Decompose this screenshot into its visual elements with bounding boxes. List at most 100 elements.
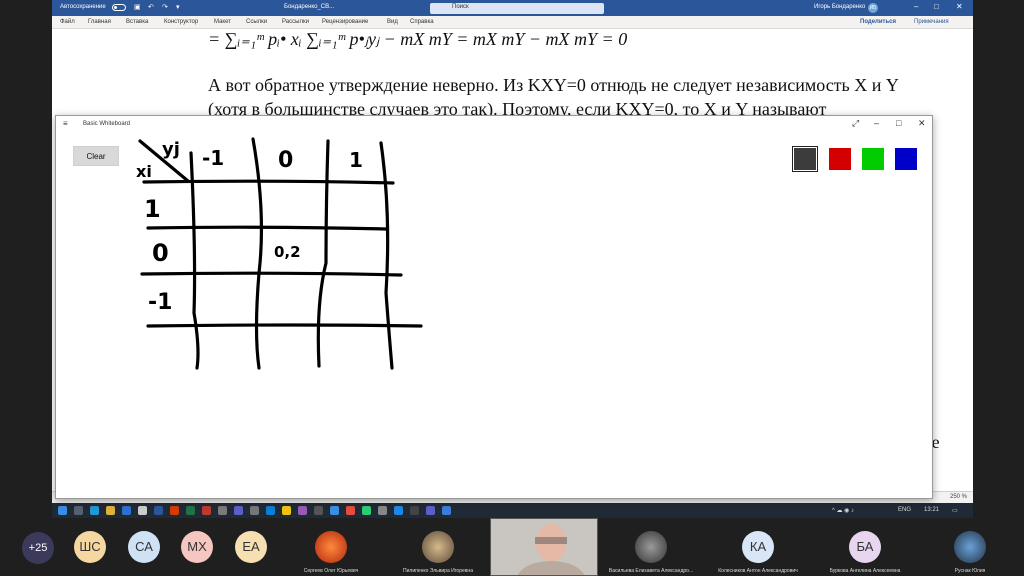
user-avatar[interactable]: ИБ bbox=[868, 3, 878, 13]
redo-icon[interactable]: ↷ bbox=[162, 3, 168, 11]
maximize-icon[interactable]: □ bbox=[896, 118, 901, 128]
participant-photo bbox=[635, 531, 667, 563]
participant-tile[interactable]: БА Буркова Ангелина Алексеевна bbox=[811, 518, 919, 576]
participant-avatar[interactable]: МХ bbox=[181, 531, 213, 563]
explorer-icon[interactable] bbox=[106, 506, 115, 515]
app-icon[interactable] bbox=[250, 506, 259, 515]
close-icon[interactable]: ✕ bbox=[918, 118, 926, 129]
tab-insert[interactable]: Вставка bbox=[126, 19, 148, 25]
language-indicator[interactable]: ENG bbox=[898, 507, 911, 513]
row-label: 1 bbox=[144, 195, 161, 223]
notifications-icon[interactable]: ▭ bbox=[952, 507, 958, 514]
undo-icon[interactable]: ↶ bbox=[148, 3, 154, 11]
tab-layout[interactable]: Макет bbox=[214, 19, 231, 25]
grid-line-vertical bbox=[189, 151, 200, 370]
participant-photo bbox=[422, 531, 454, 563]
whiteboard-title: Basic Whiteboard bbox=[83, 121, 131, 127]
participant-avatar[interactable]: ШС bbox=[74, 531, 106, 563]
app-icon[interactable] bbox=[298, 506, 307, 515]
app-icon[interactable] bbox=[282, 506, 291, 515]
search-placeholder: Поиск bbox=[452, 4, 469, 10]
column-label: 0 bbox=[278, 148, 293, 173]
grid-line-vertical bbox=[379, 141, 394, 370]
header-x-label: xi bbox=[136, 162, 152, 181]
clock[interactable]: 13:21 bbox=[924, 507, 939, 513]
minimize-icon[interactable]: – bbox=[874, 118, 879, 128]
app-icon[interactable] bbox=[378, 506, 387, 515]
tab-file[interactable]: Файл bbox=[60, 19, 75, 25]
more-participants-badge[interactable]: +25 bbox=[22, 532, 54, 564]
app-icon[interactable] bbox=[266, 506, 275, 515]
grid-line-vertical bbox=[251, 137, 264, 370]
tab-home[interactable]: Главная bbox=[88, 19, 111, 25]
expand-icon[interactable]: ⤢ bbox=[852, 118, 859, 129]
participant-tile[interactable]: Сергеев Олег Юрьевич bbox=[277, 518, 385, 576]
participant-photo bbox=[315, 531, 347, 563]
acrobat-icon[interactable] bbox=[202, 506, 211, 515]
windows-start-icon[interactable] bbox=[58, 506, 67, 515]
participant-avatar: БА bbox=[849, 531, 881, 563]
app-icon[interactable] bbox=[362, 506, 371, 515]
participant-avatar[interactable]: СА bbox=[128, 531, 160, 563]
app-icon[interactable] bbox=[122, 506, 131, 515]
app-icon[interactable] bbox=[330, 506, 339, 515]
tab-view[interactable]: Вид bbox=[387, 19, 398, 25]
app-icon[interactable] bbox=[314, 506, 323, 515]
active-speaker-video[interactable] bbox=[490, 518, 598, 576]
settings-icon[interactable] bbox=[138, 506, 147, 515]
tab-references[interactable]: Ссылки bbox=[246, 19, 267, 25]
participant-name: Колесников Антон Александрович bbox=[718, 568, 798, 574]
participant-name: Сергеев Олег Юрьевич bbox=[303, 568, 359, 574]
app-icon[interactable] bbox=[218, 506, 227, 515]
word-icon[interactable] bbox=[154, 506, 163, 515]
tab-help[interactable]: Справка bbox=[410, 19, 434, 25]
row-label: 0 bbox=[152, 239, 169, 267]
speaker-figure bbox=[491, 519, 597, 575]
participant-name: Пилипенко Эльвира Игоревна bbox=[403, 568, 473, 574]
grid-line-horizontal bbox=[146, 323, 423, 328]
participant-name: Руснак Юлия bbox=[954, 568, 986, 574]
participant-avatar[interactable]: ЕА bbox=[235, 531, 267, 563]
app-icon[interactable] bbox=[410, 506, 419, 515]
app-icon[interactable] bbox=[394, 506, 403, 515]
tab-mailings[interactable]: Рассылки bbox=[282, 19, 309, 25]
comments-button[interactable]: Примечания bbox=[914, 19, 949, 25]
grid-line-horizontal bbox=[146, 225, 388, 231]
participant-tile[interactable]: КА Колесников Антон Александрович bbox=[704, 518, 812, 576]
save-icon[interactable]: ▣ bbox=[134, 3, 141, 11]
drawing-canvas[interactable]: yj xi -1 0 1 1 0 -1 0,2 bbox=[56, 133, 932, 499]
grid-line-horizontal bbox=[140, 271, 403, 277]
tray-icons[interactable]: ^ ☁ ◉ ♪ bbox=[832, 507, 854, 514]
participant-photo bbox=[954, 531, 986, 563]
customize-icon[interactable]: ▾ bbox=[176, 3, 180, 11]
app-icon[interactable] bbox=[442, 506, 451, 515]
edge-icon[interactable] bbox=[90, 506, 99, 515]
share-button[interactable]: Поделиться bbox=[860, 19, 896, 25]
maximize-icon[interactable]: □ bbox=[934, 2, 939, 11]
participant-name: Васильева Елизавета Александро... bbox=[608, 568, 694, 574]
search-input[interactable]: Поиск bbox=[430, 3, 604, 14]
participant-tile[interactable]: Пилипенко Эльвира Игоревна bbox=[384, 518, 492, 576]
powerpoint-icon[interactable] bbox=[170, 506, 179, 515]
participant-tile[interactable]: Руснак Юлия bbox=[916, 518, 1024, 576]
app-icon[interactable] bbox=[426, 506, 435, 515]
participants-strip: +25 ШС СА МХ ЕА Сергеев Олег Юрьевич Пил… bbox=[0, 518, 1024, 576]
participant-tile[interactable]: Васильева Елизавета Александро... bbox=[597, 518, 705, 576]
tab-review[interactable]: Рецензирование bbox=[322, 19, 368, 25]
minimize-icon[interactable]: – bbox=[914, 2, 918, 11]
document-title: Бондаренко_СВ... bbox=[284, 4, 335, 10]
close-icon[interactable]: ✕ bbox=[956, 2, 963, 11]
zoom-level[interactable]: 250 % bbox=[950, 494, 967, 500]
word-titlebar: Автосохранение ▣ ↶ ↷ ▾ Бондаренко_СВ... … bbox=[52, 0, 973, 16]
hamburger-menu-icon[interactable]: ≡ bbox=[63, 119, 68, 128]
tab-design[interactable]: Конструктор bbox=[164, 19, 198, 25]
excel-icon[interactable] bbox=[186, 506, 195, 515]
user-name[interactable]: Игорь Бондаренко bbox=[814, 4, 865, 10]
app-icon[interactable] bbox=[346, 506, 355, 515]
participant-name: Буркова Ангелина Алексеевна bbox=[829, 568, 901, 574]
teams-icon[interactable] bbox=[234, 506, 243, 515]
header-y-label: yj bbox=[162, 139, 180, 160]
shared-screen: Автосохранение ▣ ↶ ↷ ▾ Бондаренко_СВ... … bbox=[52, 0, 973, 518]
search-icon[interactable] bbox=[74, 506, 83, 515]
autosave-toggle[interactable] bbox=[112, 4, 126, 11]
